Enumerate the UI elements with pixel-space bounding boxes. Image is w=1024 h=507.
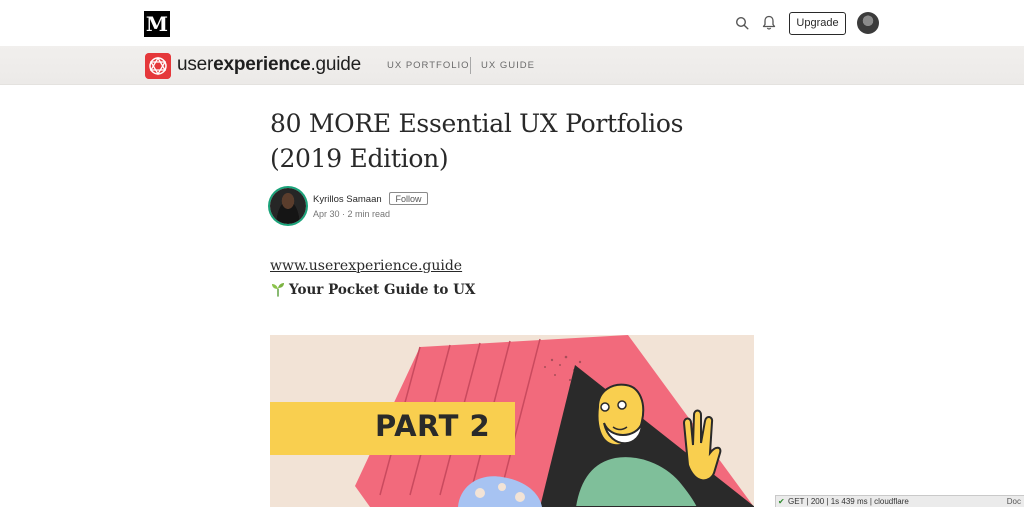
upgrade-button[interactable]: Upgrade	[789, 12, 846, 35]
publication-name-part: user	[177, 54, 214, 75]
hero-text: PART 2	[375, 409, 491, 443]
hero-artwork	[270, 335, 754, 507]
publication-name-part: experience	[213, 54, 311, 75]
status-text: GET | 200 | 1s 439 ms | cloudflare	[788, 497, 909, 506]
publication-logo-icon[interactable]	[145, 53, 171, 79]
nav-ux-guide[interactable]: UX GUIDE	[481, 60, 535, 72]
seedling-icon	[272, 283, 284, 297]
article-meta: Apr 30 · 2 min read	[313, 209, 391, 219]
website-link[interactable]: www.userexperience.guide	[270, 256, 462, 276]
nav-divider	[470, 57, 471, 74]
notifications-bell-icon[interactable]	[762, 15, 776, 31]
hero-illustration: PART 2	[270, 335, 754, 507]
follow-button[interactable]: Follow	[389, 192, 428, 205]
article-title: 80 MORE Essential UX Portfolios (2019 Ed…	[270, 109, 684, 173]
status-doc-label: Doc	[1006, 497, 1021, 506]
author-name[interactable]: Kyrillos Samaan	[313, 194, 382, 205]
search-icon[interactable]	[735, 16, 749, 30]
status-bar: ✔ GET | 200 | 1s 439 ms | cloudflare Doc	[775, 495, 1024, 507]
medium-logo[interactable]: M	[144, 11, 170, 37]
author-avatar[interactable]	[270, 188, 306, 224]
check-icon: ✔	[778, 497, 785, 506]
publication-name-part: .guide	[310, 54, 362, 75]
nav-ux-portfolio[interactable]: UX PORTFOLIO	[387, 60, 470, 72]
tagline: Your Pocket Guide to UX	[289, 282, 476, 298]
publication-name[interactable]: userexperience.guide	[177, 53, 361, 77]
user-avatar[interactable]	[857, 12, 879, 34]
